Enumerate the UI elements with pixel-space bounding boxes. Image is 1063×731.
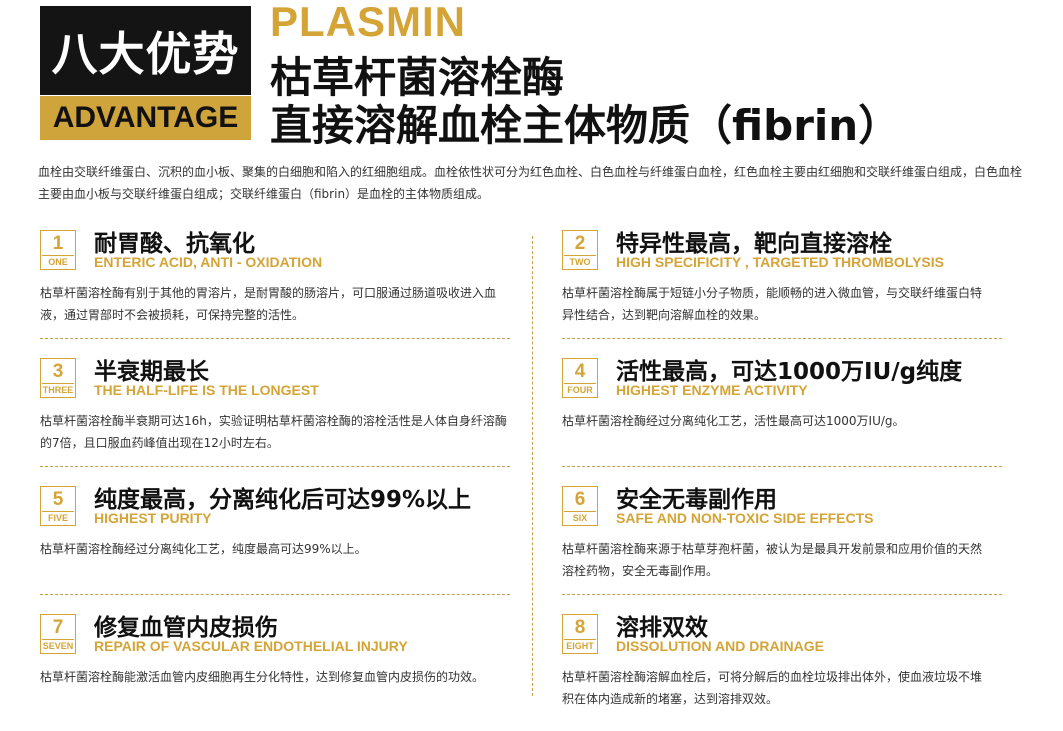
row-divider: [562, 466, 1002, 467]
row-divider: [562, 338, 1002, 339]
advantage-description: 枯草杆菌溶栓酶属于短链小分子物质，能顺畅的进入微血管，与交联纤维蛋白特异性结合，…: [562, 286, 983, 322]
advantage-subtitle: SAFE AND NON-TOXIC SIDE EFFECTS: [616, 510, 874, 526]
number: 8: [574, 617, 586, 638]
advantage-title: 特异性最高，靶向直接溶栓: [616, 231, 892, 257]
advantage-badge-en: ADVANTAGE: [40, 96, 251, 140]
advantage-description: 枯草杆菌溶栓酶半衰期可达16h，实验证明枯草杆菌溶栓酶的溶栓活性是人体自身纤溶酶…: [40, 414, 507, 450]
number-badge: 6 SIX: [562, 486, 598, 526]
number-badge: 3 THREE: [40, 358, 76, 398]
number-badge: 7 SEVEN: [40, 614, 76, 654]
intro-paragraph: 血栓由交联纤维蛋白、沉积的血小板、聚集的白细胞和陷入的红细胞组成。血栓依性状可分…: [38, 165, 1023, 201]
number: 6: [574, 489, 586, 510]
number: 5: [52, 489, 64, 510]
advantage-subtitle: HIGHEST PURITY: [94, 510, 212, 526]
advantage-title: 溶排双效: [616, 615, 708, 641]
number-word: EIGHT: [564, 639, 596, 652]
number-badge: 8 EIGHT: [562, 614, 598, 654]
number-word: FOUR: [564, 383, 596, 396]
advantage-title: 修复血管内皮损伤: [94, 615, 278, 641]
number: 7: [52, 617, 64, 638]
advantage-description: 枯草杆菌溶栓酶有别于其他的胃溶片，是耐胃酸的肠溶片，可口服通过肠道吸收进入血液，…: [40, 286, 497, 322]
number-word: FIVE: [42, 511, 74, 524]
advantage-title: 半衰期最长: [94, 359, 209, 385]
advantage-subtitle: REPAIR OF VASCULAR ENDOTHELIAL INJURY: [94, 638, 408, 654]
advantage-subtitle: ENTERIC ACID, ANTI - OXIDATION: [94, 254, 323, 270]
number-word: ONE: [42, 255, 74, 268]
advantage-badge-cn: 八大优势: [40, 6, 251, 95]
advantage-description: 枯草杆菌溶栓酶溶解血栓后，可将分解后的血栓垃圾排出体外，使血液垃圾不堆积在体内造…: [562, 670, 983, 706]
number: 3: [52, 361, 64, 382]
advantage-subtitle: THE HALF-LIFE IS THE LONGEST: [94, 382, 319, 398]
number: 1: [52, 233, 64, 254]
advantage-subtitle: HIGH SPECIFICITY , TARGETED THROMBOLYSIS: [616, 254, 944, 270]
number-word: SIX: [564, 511, 596, 524]
advantage-title: 耐胃酸、抗氧化: [94, 231, 255, 257]
row-divider: [40, 594, 510, 595]
advantage-description: 枯草杆菌溶栓酶经过分离纯化工艺，纯度最高可达99%以上。: [40, 542, 367, 556]
number-word: THREE: [42, 383, 74, 395]
brand-name: PLASMIN: [270, 0, 466, 45]
product-subtitle: 直接溶解血栓主体物质（fibrin）: [270, 101, 901, 150]
number-badge: 2 TWO: [562, 230, 598, 270]
row-divider: [40, 466, 510, 467]
advantage-subtitle: HIGHEST ENZYME ACTIVITY: [616, 382, 808, 398]
advantage-description: 枯草杆菌溶栓酶能激活血管内皮细胞再生分化特性，达到修复血管内皮损伤的功效。: [40, 670, 485, 684]
number: 4: [574, 361, 586, 382]
row-divider: [562, 594, 1002, 595]
advantage-subtitle: DISSOLUTION AND DRAINAGE: [616, 638, 824, 654]
advantage-description: 枯草杆菌溶栓酶经过分离纯化工艺，活性最高可达1000万IU/g。: [562, 414, 905, 428]
advantage-title: 纯度最高，分离纯化后可达99%以上: [94, 487, 472, 513]
advantage-title: 安全无毒副作用: [616, 487, 777, 513]
advantage-description: 枯草杆菌溶栓酶来源于枯草芽孢杆菌，被认为是最具开发前景和应用价值的天然溶栓药物，…: [562, 542, 983, 578]
number-badge: 5 FIVE: [40, 486, 76, 526]
advantage-title: 活性最高，可达1000万IU/g纯度: [616, 359, 963, 385]
column-divider: [532, 236, 533, 696]
number-word: SEVEN: [42, 639, 74, 651]
number-badge: 4 FOUR: [562, 358, 598, 398]
number-badge: 1 ONE: [40, 230, 76, 270]
number: 2: [574, 233, 586, 254]
row-divider: [40, 338, 510, 339]
number-word: TWO: [564, 255, 596, 268]
